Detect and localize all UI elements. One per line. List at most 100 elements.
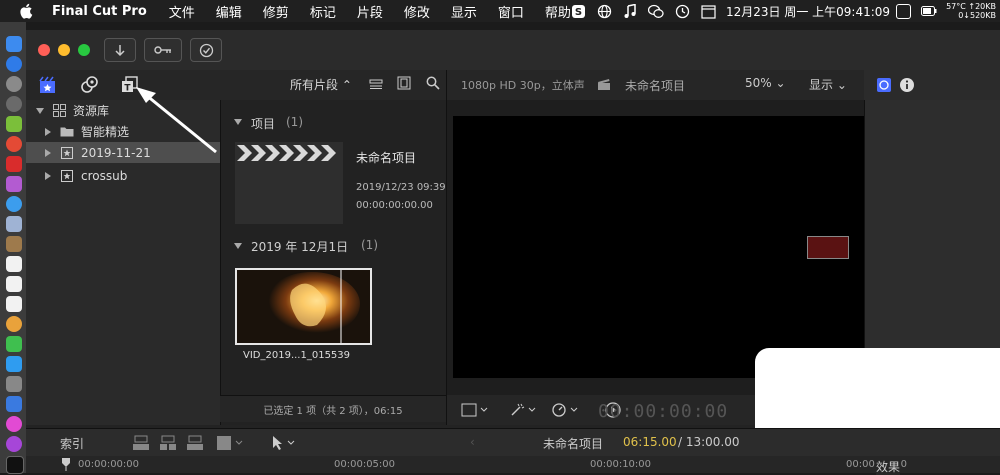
- menu-clock[interactable]: 12月23日 周一 上午09:41:09: [726, 3, 890, 20]
- library-properties-icon[interactable]: [876, 77, 892, 93]
- svg-text:S: S: [575, 7, 582, 18]
- menu-file[interactable]: 文件: [169, 2, 195, 21]
- dock-chrome-icon[interactable]: [6, 136, 22, 152]
- battery-icon[interactable]: [920, 3, 937, 20]
- disclosure-icon[interactable]: [36, 107, 44, 114]
- libraries-icon[interactable]: [38, 75, 58, 95]
- menu-help[interactable]: 帮助: [545, 2, 571, 21]
- sidebar-item-crossub[interactable]: crossub: [26, 165, 220, 186]
- sidebar-item-library[interactable]: 资源库: [26, 100, 220, 121]
- menu-view[interactable]: 显示: [451, 2, 477, 21]
- dock-facetime-icon[interactable]: [6, 336, 22, 352]
- sidebar-item-smart-collections[interactable]: 智能精选: [26, 121, 220, 142]
- disclosure-icon[interactable]: [45, 148, 51, 157]
- sidebar-item-label: 资源库: [73, 104, 110, 118]
- dock-stickies-icon[interactable]: [6, 276, 22, 292]
- overwrite-clip-icon[interactable]: [216, 435, 246, 451]
- display-dropdown[interactable]: 显示 ⌄: [809, 76, 847, 93]
- event-star-icon: [61, 169, 73, 182]
- dock-notes-icon[interactable]: [6, 236, 22, 252]
- menu-mark[interactable]: 标记: [310, 2, 336, 21]
- effects-tab[interactable]: 效果: [876, 458, 901, 475]
- dock-launchpad-icon[interactable]: [6, 76, 22, 92]
- info-icon[interactable]: [899, 77, 915, 93]
- close-window-button[interactable]: [38, 44, 50, 56]
- dock-app-icon[interactable]: [6, 176, 22, 192]
- dock-messages-icon[interactable]: [6, 356, 22, 372]
- playhead-icon[interactable]: [62, 458, 70, 471]
- back-arrow-icon[interactable]: ‹: [470, 435, 475, 449]
- section-disclosure-icon[interactable]: [234, 243, 242, 249]
- clip-thumbnail[interactable]: [235, 268, 372, 345]
- sidebar-item-event-2019-11-21[interactable]: 2019-11-21: [26, 142, 220, 163]
- zoom-window-button[interactable]: [78, 44, 90, 56]
- calendar-icon[interactable]: [700, 3, 717, 20]
- viewer-timecode[interactable]: 00:00:00:00: [598, 401, 728, 422]
- disclosure-icon[interactable]: [45, 171, 51, 180]
- enhance-icon[interactable]: [509, 402, 539, 418]
- timeline-position: 06:15.00: [623, 435, 677, 449]
- project-thumbnail[interactable]: [235, 142, 343, 224]
- event-star-icon: [61, 146, 73, 159]
- photos-audio-icon[interactable]: [80, 75, 100, 95]
- grid-icon: [53, 104, 66, 117]
- timeline-ruler[interactable]: 00:00:00:00 00:00:05:00 00:00:10:00 00:0…: [26, 456, 1000, 475]
- import-button[interactable]: [104, 38, 136, 62]
- skype-icon[interactable]: S: [570, 3, 587, 20]
- transform-icon[interactable]: [461, 403, 489, 417]
- globe-icon[interactable]: [596, 3, 613, 20]
- menu-clip[interactable]: 片段: [357, 2, 383, 21]
- library-sidebar: 资源库 智能精选 2019-11-21 crossub: [26, 100, 220, 425]
- dock-tv-icon[interactable]: [6, 456, 24, 474]
- dock-weibo-icon[interactable]: [6, 156, 22, 172]
- dock-keynote-icon[interactable]: [6, 396, 22, 412]
- dock-finder-icon[interactable]: [6, 36, 22, 52]
- music-icon[interactable]: [622, 3, 639, 20]
- wechat-icon[interactable]: [648, 3, 665, 20]
- dock-preview-icon[interactable]: [6, 216, 22, 232]
- menu-window[interactable]: 窗口: [498, 2, 524, 21]
- project-name[interactable]: 未命名项目: [356, 149, 416, 166]
- app-menu[interactable]: Final Cut Pro: [52, 4, 147, 19]
- dock-android-icon[interactable]: [6, 116, 22, 132]
- minimize-window-button[interactable]: [58, 44, 70, 56]
- dock-itunes-icon[interactable]: [6, 416, 22, 432]
- viewer-canvas[interactable]: [453, 116, 865, 378]
- window-toolbar: [26, 30, 1000, 70]
- index-button[interactable]: 索引: [60, 435, 84, 452]
- keywords-button[interactable]: [144, 38, 182, 62]
- search-icon[interactable]: [426, 76, 440, 90]
- viewer-format: 1080p HD 30p，立体声: [461, 79, 585, 92]
- dock-safari-icon[interactable]: [6, 196, 22, 212]
- select-tool-icon[interactable]: [270, 435, 300, 451]
- clip-filter-dropdown[interactable]: 所有片段 ⌃: [290, 76, 352, 93]
- disclosure-icon[interactable]: [45, 127, 51, 136]
- flag-icon[interactable]: [896, 3, 912, 19]
- dock-rocket-icon[interactable]: [6, 96, 22, 112]
- append-clip-icon[interactable]: [186, 435, 204, 451]
- menu-trim[interactable]: 修剪: [263, 2, 289, 21]
- dock-reminders-icon[interactable]: [6, 296, 22, 312]
- menu-modify[interactable]: 修改: [404, 2, 430, 21]
- event-browser: 项目 (1) 未命名项目 2019/12/23 09:39 00:00:00:0…: [220, 100, 447, 425]
- filmstrip-view-icon[interactable]: [397, 76, 411, 90]
- dock-screenshot-icon[interactable]: [6, 376, 22, 392]
- dock-podcasts-icon[interactable]: [6, 436, 22, 452]
- titles-generators-icon[interactable]: T: [120, 75, 140, 95]
- apple-icon[interactable]: [18, 3, 36, 19]
- time-machine-icon[interactable]: [674, 3, 691, 20]
- insert-clip-icon[interactable]: [159, 435, 177, 451]
- stats-bottom: 0↓520KB: [958, 11, 996, 20]
- import-icon: [115, 44, 125, 56]
- connect-clip-icon[interactable]: [132, 435, 150, 451]
- dock-appstore-icon[interactable]: [6, 56, 22, 72]
- zoom-dropdown[interactable]: 50% ⌄: [745, 76, 786, 90]
- clip-appearance-icon[interactable]: [369, 78, 383, 90]
- section-disclosure-icon[interactable]: [234, 119, 242, 125]
- speed-icon[interactable]: [551, 402, 581, 418]
- section-count: (1): [361, 238, 378, 252]
- menu-edit[interactable]: 编辑: [216, 2, 242, 21]
- background-tasks-button[interactable]: [190, 38, 222, 62]
- dock-calendar-icon[interactable]: [6, 256, 22, 272]
- dock-photos-icon[interactable]: [6, 316, 22, 332]
